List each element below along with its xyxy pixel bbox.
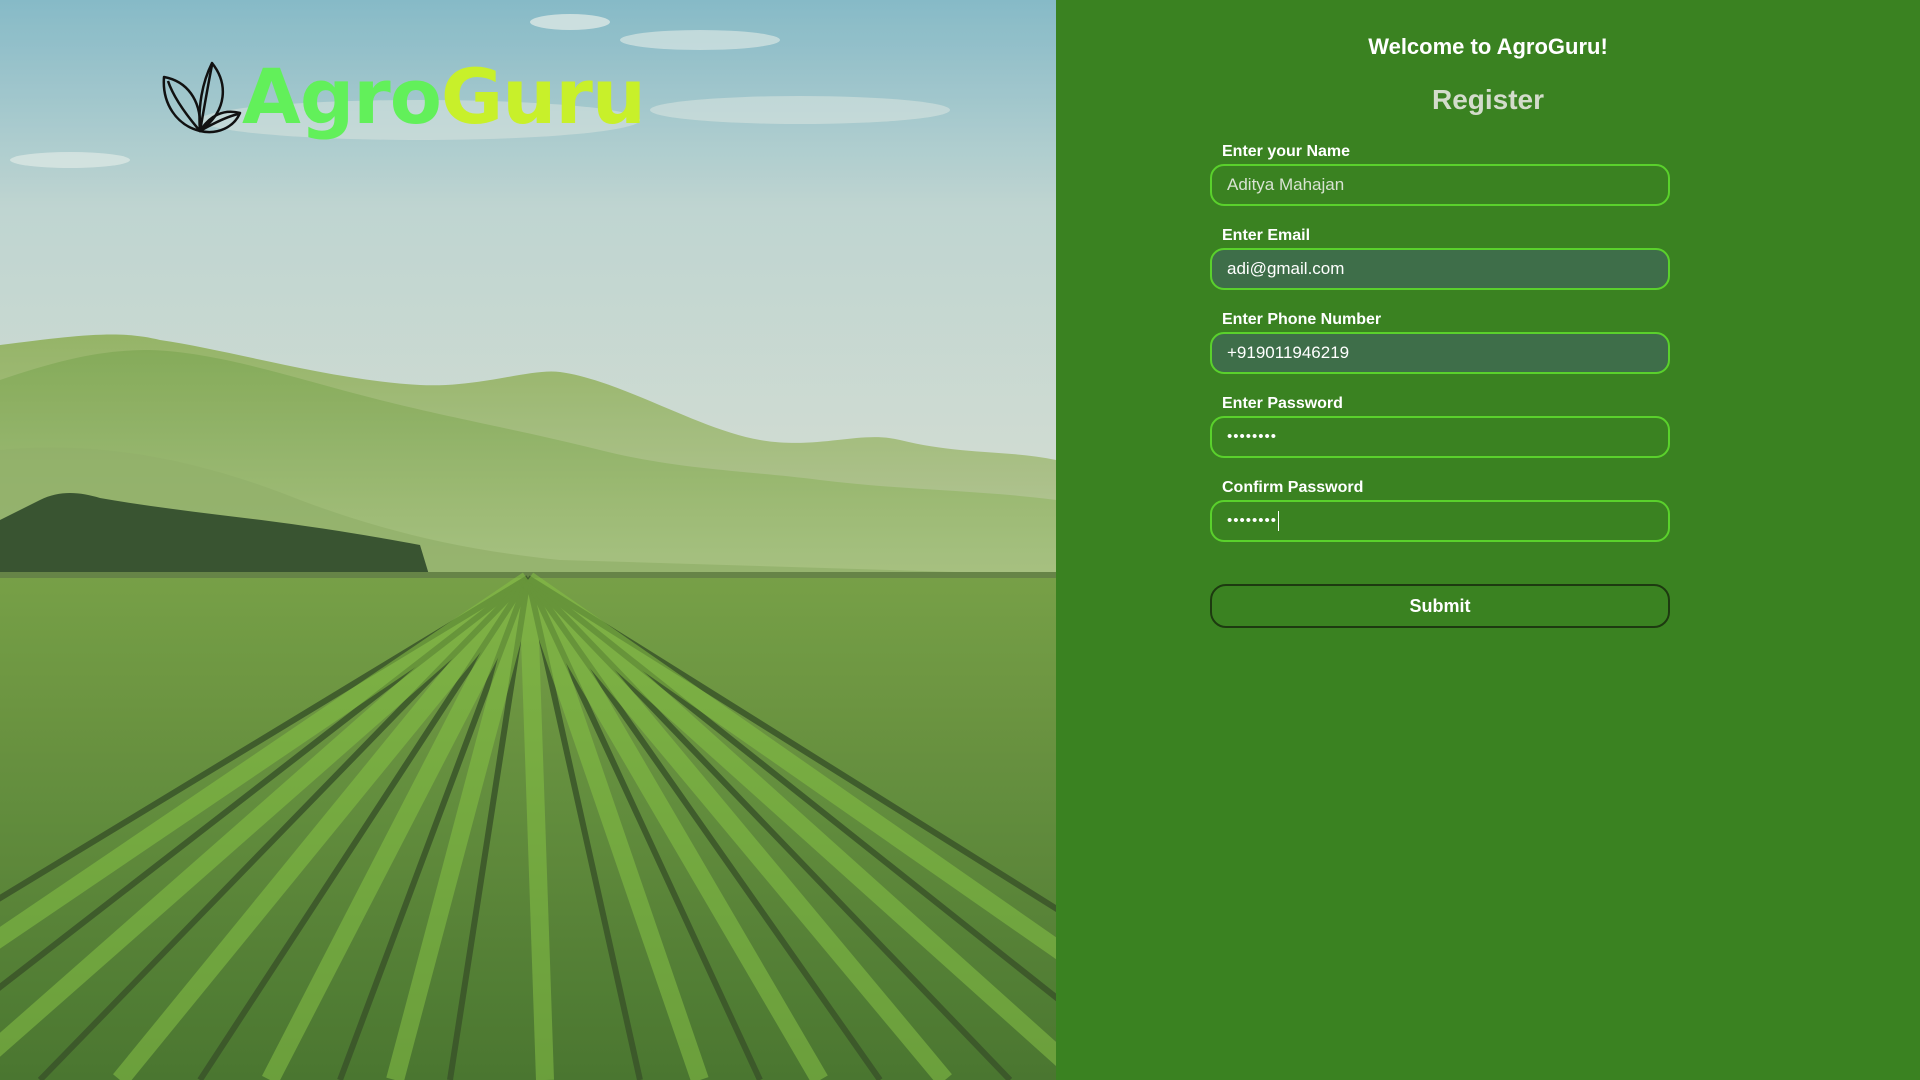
name-field-group: Enter your Name Aditya Mahajan bbox=[1210, 140, 1670, 224]
phone-field-group: Enter Phone Number +919011946219 bbox=[1210, 308, 1670, 392]
welcome-heading: Welcome to AgroGuru! bbox=[1368, 34, 1608, 59]
submit-button[interactable]: Submit bbox=[1210, 584, 1670, 628]
name-input[interactable]: Aditya Mahajan bbox=[1210, 164, 1670, 206]
text-cursor bbox=[1278, 511, 1280, 532]
vineyard-landscape-image bbox=[0, 0, 1056, 1080]
register-panel: Welcome to AgroGuru! Register Enter your… bbox=[1056, 0, 1920, 1080]
password-label: Enter Password bbox=[1222, 395, 1343, 412]
password-input[interactable]: •••••••• bbox=[1210, 416, 1670, 458]
confirm-password-field-group: Confirm Password •••••••• bbox=[1210, 476, 1670, 560]
confirm-password-input[interactable]: •••••••• bbox=[1210, 500, 1670, 542]
confirm-password-label: Confirm Password bbox=[1222, 479, 1364, 496]
password-field-group: Enter Password •••••••• bbox=[1210, 392, 1670, 476]
email-label: Enter Email bbox=[1222, 227, 1311, 244]
brand-name: AgroGuru bbox=[242, 59, 646, 135]
phone-label: Enter Phone Number bbox=[1222, 311, 1382, 328]
name-label: Enter your Name bbox=[1222, 143, 1351, 160]
email-field-group: Enter Email adi@gmail.com bbox=[1210, 224, 1670, 308]
leaf-logo-icon bbox=[162, 61, 242, 134]
register-title: Register bbox=[1431, 84, 1545, 115]
register-form: Enter your Name Aditya Mahajan Enter Ema… bbox=[1210, 140, 1670, 560]
phone-input[interactable]: +919011946219 bbox=[1210, 332, 1670, 374]
brand-name-part1: Agro bbox=[242, 52, 442, 141]
hero-image: AgroGuru bbox=[0, 0, 1056, 1080]
confirm-password-value: •••••••• bbox=[1227, 512, 1278, 529]
brand-name-part2: Guru bbox=[440, 52, 646, 141]
email-input[interactable]: adi@gmail.com bbox=[1210, 248, 1670, 290]
brand-logo-group: AgroGuru bbox=[158, 52, 646, 142]
